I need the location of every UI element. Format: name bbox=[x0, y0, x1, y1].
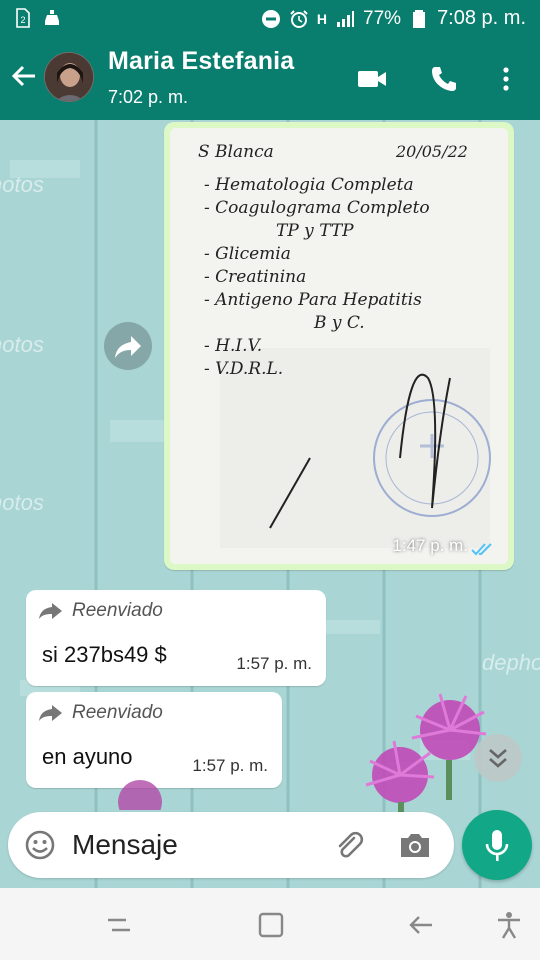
message-text: en ayuno bbox=[42, 744, 133, 769]
photo-lines: - Hematologia Completa - Coagulograma Co… bbox=[204, 174, 430, 381]
message-input[interactable]: Mensaje bbox=[72, 829, 178, 861]
photo-line: TP y TTP bbox=[276, 221, 354, 241]
forwarded-message[interactable]: Reenviado si 237bs49 $ 1:57 p. m. bbox=[26, 590, 326, 686]
watermark: hotos bbox=[0, 172, 44, 197]
flower-decoration bbox=[118, 780, 162, 810]
mic-button[interactable] bbox=[462, 810, 532, 880]
battery-icon bbox=[413, 9, 426, 28]
system-nav-bar bbox=[0, 888, 540, 960]
message-time: 1:57 p. m. bbox=[192, 756, 268, 775]
forwarded-message[interactable]: Reenviado en ayuno 1:57 p. m. bbox=[26, 692, 282, 788]
photo-header-left: S Blanca bbox=[198, 142, 274, 162]
photo-line: - V.D.R.L. bbox=[204, 359, 284, 379]
car-mode-icon bbox=[45, 10, 59, 25]
accessibility-icon[interactable] bbox=[494, 910, 524, 940]
message-composer[interactable]: Mensaje bbox=[8, 812, 454, 878]
photo-line: B y C. bbox=[314, 313, 365, 333]
recents-icon[interactable] bbox=[104, 910, 134, 940]
photo-line: - Hematologia Completa bbox=[204, 175, 414, 195]
contact-avatar[interactable] bbox=[44, 52, 94, 102]
watermark: dephotos bbox=[482, 650, 540, 675]
message-time: 1:57 p. m. bbox=[236, 654, 312, 673]
forwarded-label: Reenviado bbox=[72, 600, 163, 621]
chat-header: Maria Estefania 7:02 p. m. bbox=[0, 38, 540, 120]
sim-2-icon: 2 bbox=[16, 8, 30, 28]
back-arrow-icon[interactable] bbox=[10, 62, 38, 90]
alarm-icon bbox=[290, 9, 308, 28]
watermark: hotos bbox=[0, 332, 44, 357]
photo-line: - Creatinina bbox=[204, 267, 307, 287]
watermark: hotos bbox=[0, 490, 44, 515]
prescription-photo[interactable]: S Blanca 20/05/22 - Hematologia Completa… bbox=[170, 128, 508, 564]
photo-line: - Coagulograma Completo bbox=[204, 198, 430, 218]
do-not-disturb-icon bbox=[261, 9, 280, 28]
phone-icon[interactable] bbox=[428, 64, 460, 94]
paperclip-icon[interactable] bbox=[334, 830, 366, 862]
more-vert-icon[interactable] bbox=[496, 64, 516, 94]
contact-name[interactable]: Maria Estefania bbox=[108, 47, 294, 76]
sim-badge-text: 2 bbox=[20, 15, 25, 25]
emoji-icon[interactable] bbox=[24, 829, 56, 861]
forwarded-label: Reenviado bbox=[72, 702, 163, 723]
photo-line: - H.I.V. bbox=[204, 336, 263, 356]
network-type: H bbox=[316, 10, 328, 27]
message-time: 1:47 p. m. bbox=[392, 536, 468, 555]
image-message[interactable]: S Blanca 20/05/22 - Hematologia Completa… bbox=[164, 122, 514, 570]
video-call-icon[interactable] bbox=[356, 64, 388, 94]
forwarded-label-row: Reenviado bbox=[38, 600, 163, 622]
forward-icon bbox=[39, 705, 62, 721]
forwarded-label-row: Reenviado bbox=[38, 702, 163, 724]
last-seen: 7:02 p. m. bbox=[108, 87, 189, 107]
forward-icon bbox=[115, 336, 141, 358]
signal-icon bbox=[337, 10, 355, 27]
chat-area[interactable]: hotos hotos os os hotos dephotos S Blanc… bbox=[0, 120, 540, 888]
forward-icon bbox=[39, 603, 62, 619]
scroll-to-bottom-button[interactable] bbox=[474, 734, 522, 782]
mic-icon bbox=[485, 830, 509, 861]
home-icon[interactable] bbox=[256, 910, 286, 940]
forward-button[interactable] bbox=[104, 322, 152, 370]
clock: 7:08 p. m. bbox=[437, 7, 526, 29]
battery-percent: 77% bbox=[363, 7, 402, 29]
double-chevron-down-icon bbox=[489, 749, 507, 768]
photo-line: - Glicemia bbox=[204, 244, 291, 264]
photo-header-date: 20/05/22 bbox=[396, 142, 468, 161]
read-receipt-icon bbox=[471, 543, 492, 556]
photo-line: - Antigeno Para Hepatitis bbox=[204, 290, 422, 310]
back-nav-icon[interactable] bbox=[406, 910, 436, 940]
status-bar: 2 H 77% 7:08 p. m. bbox=[0, 0, 540, 38]
message-text: si 237bs49 $ bbox=[42, 642, 167, 667]
camera-icon[interactable] bbox=[398, 830, 432, 860]
